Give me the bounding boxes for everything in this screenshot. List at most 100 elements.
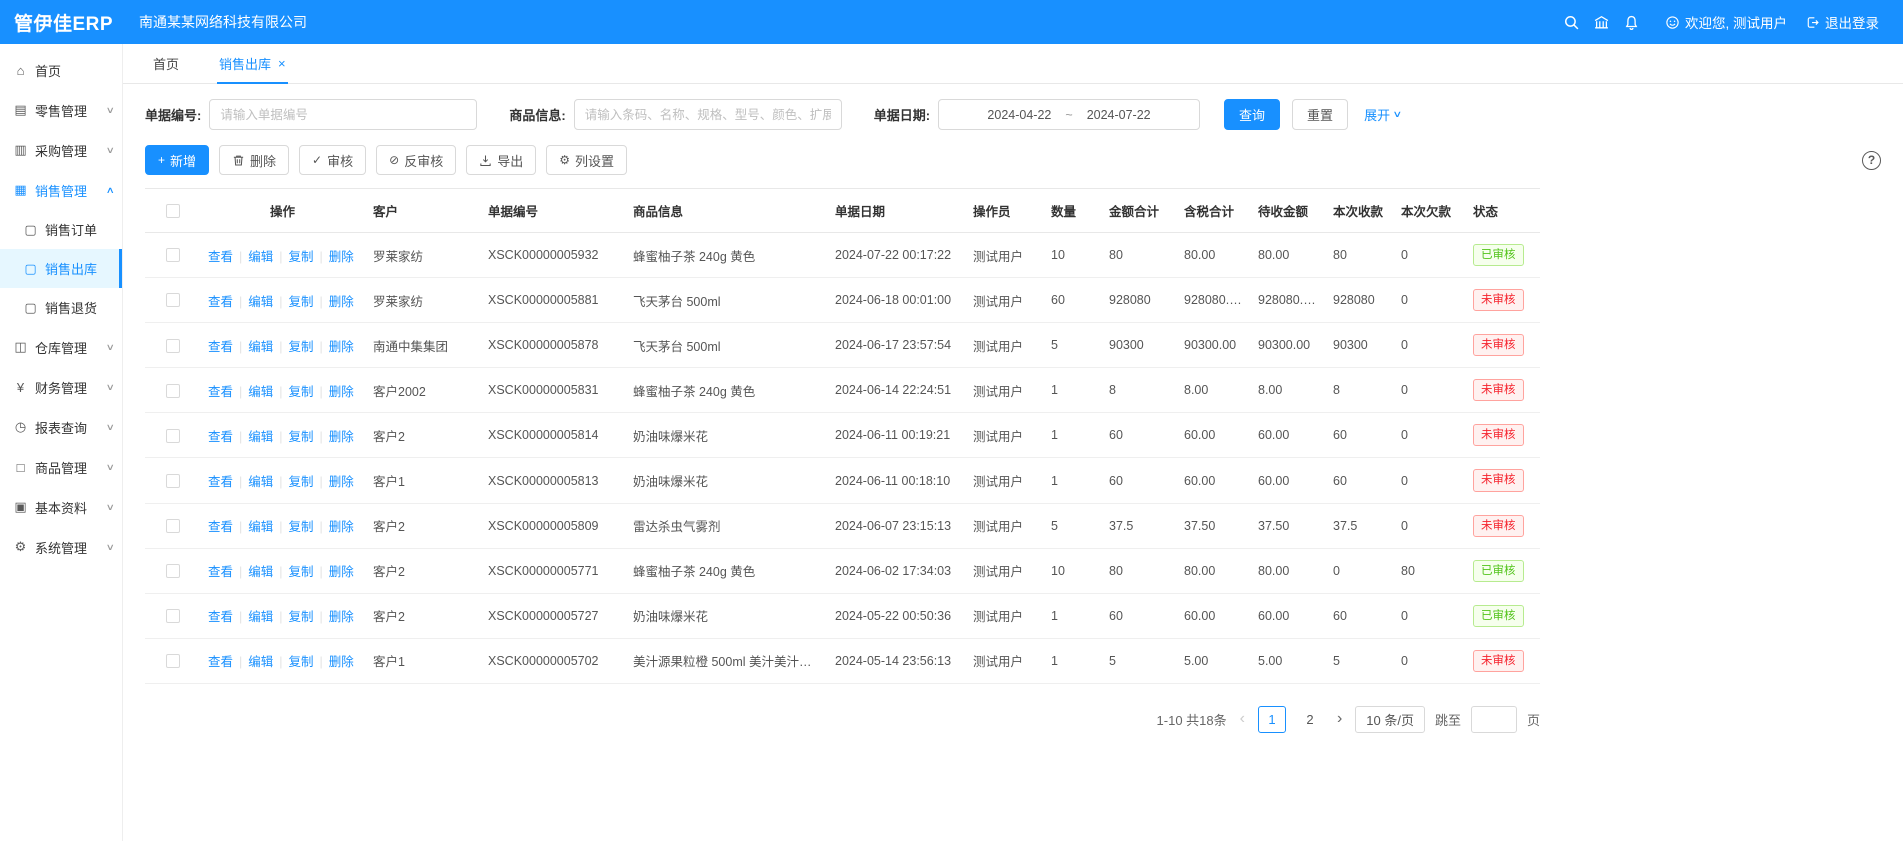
row-checkbox[interactable] [166,654,180,668]
view-link[interactable]: 查看 [208,655,233,669]
add-button[interactable]: +新增 [145,145,209,175]
edit-link[interactable]: 编辑 [248,475,273,489]
view-link[interactable]: 查看 [208,340,233,354]
owed-cell: 0 [1393,458,1465,503]
tab-sales-outbound[interactable]: 销售出库× [217,44,288,83]
copy-link[interactable]: 复制 [289,655,314,669]
delete-link[interactable]: 删除 [329,520,354,534]
row-checkbox[interactable] [166,384,180,398]
copy-link[interactable]: 复制 [289,475,314,489]
action-divider: | [320,340,323,354]
copy-link[interactable]: 复制 [289,250,314,264]
logout-button[interactable]: 退出登录 [1805,12,1879,32]
audit-button[interactable]: ✓审核 [299,145,366,175]
view-link[interactable]: 查看 [208,385,233,399]
unaudit-button[interactable]: ⊘反审核 [376,145,456,175]
copy-link[interactable]: 复制 [289,430,314,444]
row-checkbox[interactable] [166,339,180,353]
page-size-select[interactable]: 10 条/页 [1355,706,1425,733]
sidebar-item-sales-outbound[interactable]: ▢销售出库 [0,249,122,288]
delete-link[interactable]: 删除 [329,385,354,399]
delete-button[interactable]: 删除 [219,145,289,175]
expand-toggle[interactable]: 展开 ∨ [1364,105,1401,124]
help-icon[interactable]: ? [1862,151,1881,170]
home-shortcut-icon[interactable] [1587,7,1617,37]
sidebar-item-purchase[interactable]: ▥采购管理∨ [0,130,122,170]
delete-link[interactable]: 删除 [329,565,354,579]
row-checkbox[interactable] [166,609,180,623]
copy-link[interactable]: 复制 [289,610,314,624]
sidebar-item-basic[interactable]: ▣基本资料∨ [0,487,122,527]
view-link[interactable]: 查看 [208,565,233,579]
view-link[interactable]: 查看 [208,610,233,624]
next-page-button[interactable]: › [1334,710,1345,728]
delete-link[interactable]: 删除 [329,655,354,669]
page-number-2[interactable]: 2 [1296,706,1324,733]
row-checkbox[interactable] [166,474,180,488]
sidebar-item-sales-order[interactable]: ▢销售订单 [0,210,122,249]
jump-page-input[interactable] [1471,706,1517,733]
delete-link[interactable]: 删除 [329,475,354,489]
view-link[interactable]: 查看 [208,250,233,264]
home-icon: ⌂ [12,63,29,78]
close-tab-icon[interactable]: × [278,56,286,71]
edit-link[interactable]: 编辑 [248,340,273,354]
sidebar-item-report[interactable]: ◷报表查询∨ [0,407,122,447]
delete-link[interactable]: 删除 [329,250,354,264]
bill-no-input[interactable] [209,99,477,130]
delete-link[interactable]: 删除 [329,340,354,354]
date-from-value[interactable]: 2024-04-22 [987,108,1051,122]
edit-link[interactable]: 编辑 [248,520,273,534]
copy-link[interactable]: 复制 [289,565,314,579]
view-link[interactable]: 查看 [208,520,233,534]
reset-button[interactable]: 重置 [1292,99,1348,130]
prev-page-button[interactable]: ‹ [1237,710,1248,728]
bell-icon[interactable] [1617,7,1647,37]
delete-link[interactable]: 删除 [329,430,354,444]
product-cell: 蜂蜜柚子茶 240g 黄色 [625,548,827,593]
copy-link[interactable]: 复制 [289,340,314,354]
sidebar-item-sales[interactable]: ▦销售管理∧ [0,170,122,210]
select-all-checkbox[interactable] [166,204,180,218]
sidebar-item-warehouse[interactable]: ◫仓库管理∨ [0,327,122,367]
column-settings-button[interactable]: ⚙列设置 [546,145,627,175]
edit-link[interactable]: 编辑 [248,655,273,669]
search-icon[interactable] [1557,7,1587,37]
row-checkbox[interactable] [166,429,180,443]
copy-link[interactable]: 复制 [289,385,314,399]
view-link[interactable]: 查看 [208,430,233,444]
sidebar-item-goods[interactable]: □商品管理∨ [0,447,122,487]
sidebar-item-home[interactable]: ⌂ 首页 [0,50,122,90]
sidebar-item-finance[interactable]: ¥财务管理∨ [0,367,122,407]
view-link[interactable]: 查看 [208,475,233,489]
date-to-value[interactable]: 2024-07-22 [1087,108,1151,122]
edit-link[interactable]: 编辑 [248,250,273,264]
sidebar-item-label: 首页 [35,61,114,80]
edit-link[interactable]: 编辑 [248,385,273,399]
row-checkbox[interactable] [166,248,180,262]
export-button[interactable]: 导出 [466,145,536,175]
delete-link[interactable]: 删除 [329,610,354,624]
tab-home[interactable]: 首页 [151,44,181,83]
edit-link[interactable]: 编辑 [248,430,273,444]
page-number-1[interactable]: 1 [1258,706,1286,733]
sidebar-item-retail[interactable]: ▤零售管理∨ [0,90,122,130]
edit-link[interactable]: 编辑 [248,295,273,309]
row-checkbox[interactable] [166,564,180,578]
copy-link[interactable]: 复制 [289,295,314,309]
copy-link[interactable]: 复制 [289,520,314,534]
receivable-cell: 60.00 [1250,413,1325,458]
purchase-icon: ▥ [12,142,29,158]
date-range-picker[interactable]: 2024-04-22 ~ 2024-07-22 [938,99,1200,130]
view-link[interactable]: 查看 [208,295,233,309]
sidebar-item-sales-return[interactable]: ▢销售退货 [0,288,122,327]
sidebar-item-system[interactable]: ⚙系统管理∨ [0,527,122,567]
search-button[interactable]: 查询 [1224,99,1280,130]
edit-link[interactable]: 编辑 [248,565,273,579]
edit-link[interactable]: 编辑 [248,610,273,624]
row-checkbox[interactable] [166,293,180,307]
delete-link[interactable]: 删除 [329,295,354,309]
row-checkbox[interactable] [166,519,180,533]
product-info-input[interactable] [574,99,842,130]
welcome-user[interactable]: 欢迎您, 测试用户 [1665,12,1787,32]
